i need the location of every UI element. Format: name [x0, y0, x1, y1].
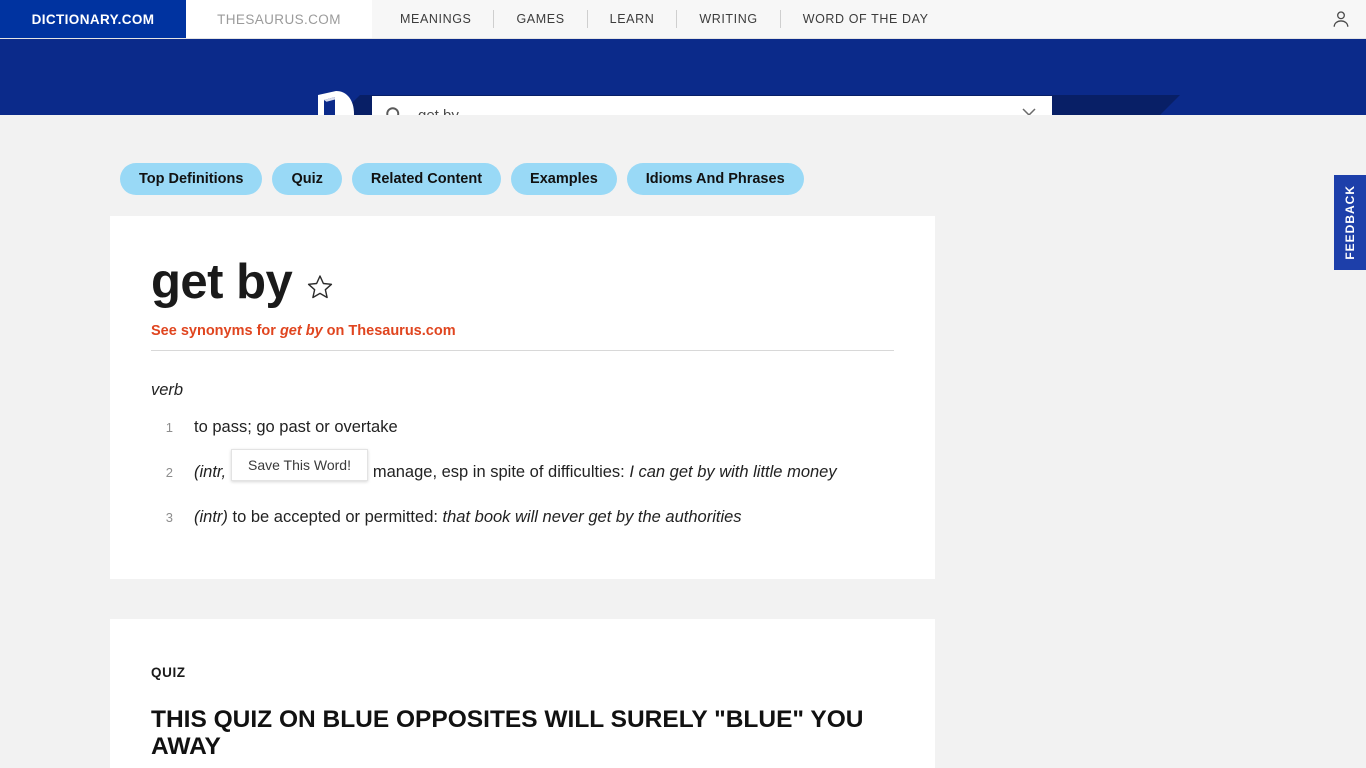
definition-number: 2 — [165, 465, 173, 480]
synonyms-link[interactable]: See synonyms for get by on Thesaurus.com — [151, 323, 894, 339]
definition-number: 1 — [165, 420, 173, 435]
close-icon[interactable] — [1020, 106, 1038, 115]
nav-item-learn[interactable]: LEARN — [588, 0, 677, 38]
quiz-title[interactable]: THIS QUIZ ON BLUE OPPOSITES WILL SURELY … — [151, 706, 871, 761]
tab-dictionary-label: DICTIONARY.COM — [31, 11, 155, 27]
tab-thesaurus[interactable]: THESAURUS.COM — [186, 0, 372, 38]
list-item: 1 to pass; go past or overtake — [151, 414, 894, 441]
page-title: get by — [151, 255, 293, 309]
nav-item-writing[interactable]: WRITING — [677, 0, 779, 38]
pill-related-content[interactable]: Related Content — [351, 163, 502, 195]
nav-item-word-of-the-day[interactable]: WORD OF THE DAY — [781, 0, 951, 38]
search-box[interactable] — [372, 96, 1052, 115]
quiz-card: QUIZ THIS QUIZ ON BLUE OPPOSITES WILL SU… — [110, 619, 935, 768]
part-of-speech: verb — [151, 381, 184, 399]
synonyms-link-suffix: on Thesaurus.com — [322, 323, 456, 339]
definition-card: get by See synonyms for get by on Thesau… — [110, 216, 935, 579]
pill-top-definitions[interactable]: Top Definitions — [120, 163, 263, 195]
search-icon — [384, 105, 404, 115]
page-body: Top Definitions Quiz Related Content Exa… — [0, 115, 1366, 768]
dictionary-d-logo[interactable] — [316, 91, 354, 115]
synonyms-link-word: get by — [279, 323, 323, 339]
star-outline-icon[interactable] — [306, 273, 334, 301]
user-icon[interactable] — [1328, 6, 1354, 32]
save-this-word-tooltip: Save This Word! — [231, 449, 368, 481]
headword-row: get by — [151, 258, 894, 307]
section-nav-pills: Top Definitions Quiz Related Content Exa… — [0, 115, 1366, 195]
divider — [151, 350, 894, 351]
tab-dictionary[interactable]: DICTIONARY.COM — [0, 0, 186, 38]
pill-quiz[interactable]: Quiz — [272, 163, 342, 195]
top-utility-bar: DICTIONARY.COM THESAURUS.COM MEANINGS GA… — [0, 0, 1366, 39]
quiz-kicker: QUIZ — [151, 665, 186, 680]
definition-text: to pass; go past or overtake — [194, 418, 398, 436]
tab-thesaurus-label: THESAURUS.COM — [217, 11, 341, 27]
nav-item-meanings[interactable]: MEANINGS — [378, 0, 493, 38]
pill-examples[interactable]: Examples — [511, 163, 617, 195]
list-item: 3 (intr) to be accepted or permitted: th… — [151, 504, 894, 531]
definition-number: 3 — [165, 510, 173, 525]
pill-idioms-and-phrases[interactable]: Idioms And Phrases — [626, 163, 804, 195]
feedback-button[interactable]: FEEDBACK — [1334, 175, 1366, 270]
search-header — [0, 39, 1366, 115]
definition-text: (intr) to be accepted or permitted: that… — [194, 508, 742, 526]
feedback-label: FEEDBACK — [1343, 185, 1357, 260]
synonyms-link-prefix: See synonyms for — [151, 323, 280, 339]
nav-item-games[interactable]: GAMES — [494, 0, 586, 38]
search-input[interactable] — [416, 105, 1020, 115]
main-nav: MEANINGS GAMES LEARN WRITING WORD OF THE… — [378, 0, 951, 38]
